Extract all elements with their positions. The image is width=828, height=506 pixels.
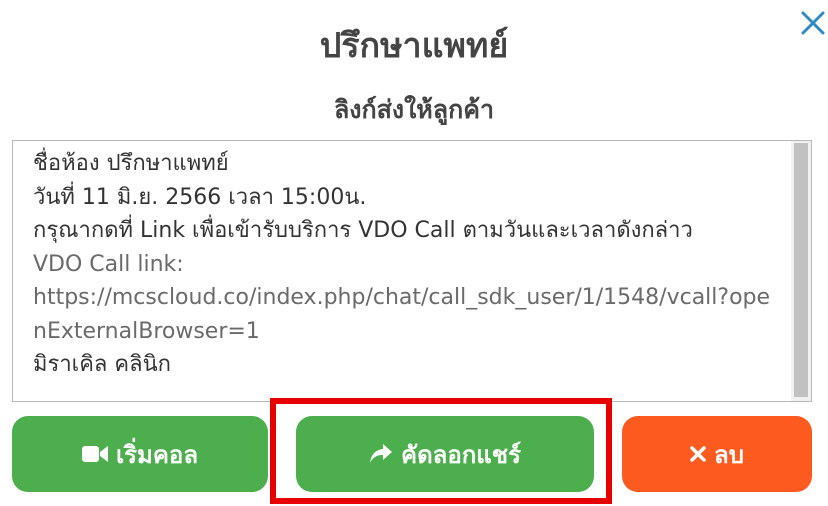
dialog-subtitle: ลิงก์ส่งให้ลูกค้า bbox=[333, 95, 495, 124]
date-line: วันที่ 11 มิ.ย. 2566 เวลา 15:00น. bbox=[33, 184, 367, 210]
share-arrow-icon bbox=[370, 444, 393, 463]
dialog-title: ปรึกษาแพทย์ bbox=[319, 26, 509, 66]
message-textarea[interactable]: ชื่อห้อง ปรึกษาแพทย์ วันที่ 11 มิ.ย. 256… bbox=[12, 140, 812, 402]
room-line: ชื่อห้อง ปรึกษาแพทย์ bbox=[33, 151, 229, 176]
delete-button[interactable]: ลบ bbox=[622, 416, 812, 492]
close-icon bbox=[690, 446, 706, 462]
start-call-button[interactable]: เริ่มคอล bbox=[12, 416, 268, 492]
link-url: https://mcscloud.co/index.php/chat/call_… bbox=[33, 285, 771, 344]
message-content: ชื่อห้อง ปรึกษาแพทย์ วันที่ 11 มิ.ย. 256… bbox=[33, 147, 778, 382]
scrollbar-thumb[interactable] bbox=[794, 143, 808, 397]
clinic-line: มิราเคิล คลินิก bbox=[33, 352, 171, 377]
delete-label: ลบ bbox=[714, 440, 744, 469]
copy-share-button[interactable]: คัดลอกแชร์ bbox=[296, 416, 594, 492]
vertical-scrollbar[interactable] bbox=[791, 141, 811, 401]
video-camera-icon bbox=[81, 446, 108, 462]
start-call-label: เริ่มคอล bbox=[115, 440, 199, 469]
copy-share-label: คัดลอกแชร์ bbox=[401, 440, 521, 469]
link-label: VDO Call link: bbox=[33, 251, 184, 277]
instruction-line: กรุณากดที่ Link เพื่อเข้ารับบริการ VDO C… bbox=[33, 218, 693, 243]
